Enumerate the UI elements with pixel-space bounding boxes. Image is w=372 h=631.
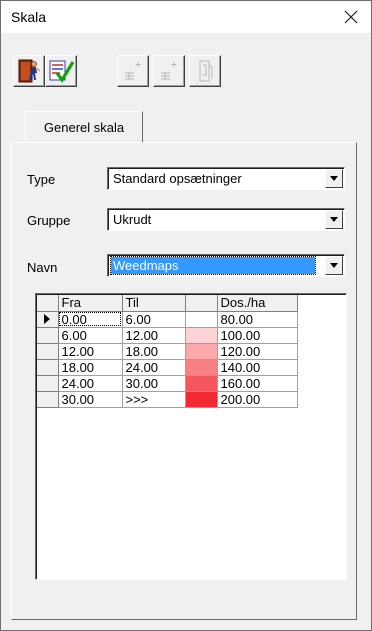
table-row[interactable]: 12.00 18.00 120.00 (37, 343, 298, 360)
table-row[interactable]: 30.00 >>> 200.00 (37, 391, 298, 408)
document-button (189, 55, 221, 87)
chevron-down-icon (330, 176, 338, 181)
exit-door-icon (18, 59, 41, 83)
cell-fra[interactable]: 24.00 (58, 375, 123, 392)
chevron-down-icon (330, 217, 338, 222)
scale-grid[interactable]: Fra Til Dos./ha 0.00 6.00 80.00 6.00 12.00 10… (35, 293, 347, 580)
cell-til[interactable]: 18.00 (122, 343, 186, 360)
table-sparkle-icon-2 (161, 62, 177, 80)
skala-window: Skala Generel skala Type Standard opsætn… (0, 0, 372, 631)
column-header-fra[interactable]: Fra (58, 295, 123, 312)
cell-til[interactable]: 24.00 (122, 359, 186, 376)
cell-til[interactable]: >>> (122, 391, 186, 408)
cell-color-swatch[interactable] (185, 375, 218, 392)
cell-color-swatch[interactable] (185, 359, 218, 376)
accept-button[interactable] (45, 55, 77, 87)
current-row-pointer-icon (44, 314, 50, 324)
table-row[interactable]: 6.00 12.00 100.00 (37, 327, 298, 344)
cell-til[interactable]: 6.00 (122, 311, 186, 328)
close-button[interactable] (339, 5, 363, 29)
tab-label: Generel skala (43, 120, 125, 135)
table-row[interactable]: 18.00 24.00 140.00 (37, 359, 298, 376)
type-select[interactable]: Standard opsætninger (107, 167, 345, 190)
cell-fra[interactable]: 12.00 (58, 343, 123, 360)
edit-table-button (153, 55, 185, 87)
row-indicator[interactable] (37, 359, 59, 376)
row-indicator[interactable] (37, 375, 59, 392)
cell-dos[interactable]: 100.00 (217, 327, 298, 344)
cell-fra[interactable]: 30.00 (58, 391, 123, 408)
cell-fra[interactable]: 0.00 (58, 311, 123, 328)
accept-checklist-icon (49, 60, 74, 83)
column-header-color[interactable] (185, 295, 218, 312)
exit-button[interactable] (13, 55, 45, 87)
row-indicator[interactable] (37, 327, 59, 344)
navn-select-value: Weedmaps (110, 256, 316, 275)
type-select-value: Standard opsætninger (113, 171, 242, 186)
grid-header-row: Fra Til Dos./ha (37, 295, 298, 312)
cell-dos[interactable]: 140.00 (217, 359, 298, 376)
cell-color-swatch[interactable] (185, 391, 218, 408)
cell-dos[interactable]: 200.00 (217, 391, 298, 408)
cell-color-swatch[interactable] (185, 327, 218, 344)
window-title: Skala (11, 9, 47, 25)
table-row[interactable]: 24.00 30.00 160.00 (37, 375, 298, 392)
cell-til[interactable]: 12.00 (122, 327, 186, 344)
column-header-dos[interactable]: Dos./ha (217, 295, 298, 312)
navn-dropdown-button[interactable] (325, 256, 343, 275)
title-bar[interactable]: Skala (1, 1, 371, 33)
type-label: Type (27, 172, 56, 187)
navn-select[interactable]: Weedmaps (107, 254, 345, 277)
type-dropdown-button[interactable] (325, 169, 343, 188)
cell-til[interactable]: 30.00 (122, 375, 186, 392)
cell-dos[interactable]: 160.00 (217, 375, 298, 392)
navn-label: Navn (27, 260, 58, 275)
document-icon (199, 60, 213, 82)
cell-fra[interactable]: 6.00 (58, 327, 123, 344)
grid-corner (37, 295, 59, 312)
table-row[interactable]: 0.00 6.00 80.00 (37, 311, 298, 328)
chevron-down-icon (330, 263, 338, 268)
cell-dos[interactable]: 120.00 (217, 343, 298, 360)
row-indicator[interactable] (37, 391, 59, 408)
gruppe-select-value: Ukrudt (113, 212, 152, 227)
column-header-til[interactable]: Til (122, 295, 186, 312)
gruppe-label: Gruppe (27, 213, 71, 228)
cell-color-swatch[interactable] (185, 343, 218, 360)
gruppe-dropdown-button[interactable] (325, 210, 343, 229)
close-icon (344, 10, 358, 24)
cell-dos[interactable]: 80.00 (217, 311, 298, 328)
cell-fra[interactable]: 18.00 (58, 359, 123, 376)
tab-generel-skala[interactable]: Generel skala (25, 111, 143, 143)
cell-color-swatch[interactable] (185, 311, 218, 328)
gruppe-select[interactable]: Ukrudt (107, 208, 345, 231)
scale-table: Fra Til Dos./ha 0.00 6.00 80.00 6.00 12.00 10… (37, 295, 298, 408)
table-sparkle-icon (125, 62, 141, 80)
row-indicator[interactable] (37, 311, 59, 328)
new-table-button (117, 55, 149, 87)
row-indicator[interactable] (37, 343, 59, 360)
dialog-client: Generel skala Type Standard opsætninger … (1, 33, 371, 630)
